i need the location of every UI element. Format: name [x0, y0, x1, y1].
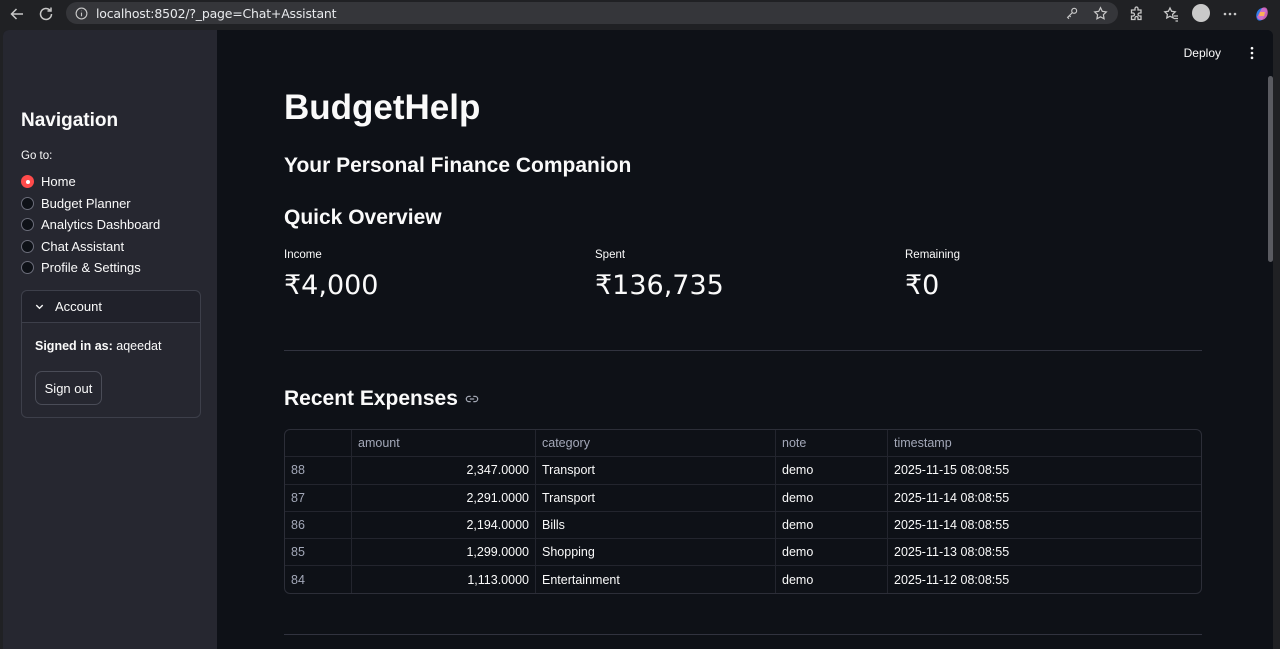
main-menu-icon[interactable]: [1247, 45, 1257, 61]
reload-icon[interactable]: [36, 4, 56, 24]
radio-chat-assistant[interactable]: Chat Assistant: [21, 236, 160, 258]
radio-label[interactable]: Budget Planner: [41, 196, 131, 211]
recent-expenses-heading: Recent Expenses: [284, 387, 479, 411]
page-title: BudgetHelp: [284, 88, 481, 127]
favorites-icon[interactable]: [1161, 4, 1181, 24]
table-cell-index[interactable]: 86: [285, 511, 352, 539]
metric-value: ₹136,735: [595, 270, 724, 301]
divider: [284, 350, 1202, 351]
table-cell-category[interactable]: Bills: [536, 511, 776, 539]
back-arrow-icon[interactable]: [7, 4, 27, 24]
radio-unselected-icon[interactable]: [21, 196, 34, 210]
table-cell-category[interactable]: Entertainment: [536, 566, 776, 593]
table-cell-amount[interactable]: 2,291.0000: [352, 484, 536, 511]
goto-label: Go to:: [21, 150, 53, 162]
browser-toolbar: localhost:8502/?_page=Chat+Assistant: [0, 0, 1280, 27]
table-cell-note[interactable]: demo: [776, 457, 888, 484]
radio-budget-planner[interactable]: Budget Planner: [21, 193, 160, 215]
table-cell-index[interactable]: 85: [285, 539, 352, 566]
table-cell-category[interactable]: Shopping: [536, 539, 776, 566]
signed-in-text: Signed in as: aqeedat: [35, 339, 161, 353]
account-expander-header[interactable]: Account: [22, 291, 200, 323]
bookmark-star-icon[interactable]: [1092, 5, 1108, 21]
metric-spent: Spent ₹136,735: [595, 249, 724, 301]
table-row[interactable]: 84 1,113.0000 Entertainment demo 2025-11…: [285, 566, 1201, 593]
extensions-icon[interactable]: [1127, 4, 1147, 24]
metric-value: ₹4,000: [284, 270, 379, 301]
metric-income: Income ₹4,000: [284, 249, 378, 301]
streamlit-app: Navigation Go to: Home Budget Planner An…: [3, 30, 1273, 649]
table-cell-amount[interactable]: 2,194.0000: [352, 511, 536, 539]
radio-home[interactable]: Home: [21, 171, 160, 193]
key-icon[interactable]: [1064, 5, 1080, 21]
radio-analytics-dashboard[interactable]: Analytics Dashboard: [21, 214, 160, 236]
sign-out-button[interactable]: Sign out: [35, 371, 102, 405]
page-radio-group: Home Budget Planner Analytics Dashboard …: [21, 171, 160, 279]
metric-value: ₹0: [905, 270, 940, 301]
table-cell-category[interactable]: Transport: [536, 457, 776, 484]
column-header-timestamp[interactable]: timestamp: [888, 430, 1201, 456]
profile-avatar[interactable]: [1192, 4, 1210, 22]
metric-label: Income: [284, 249, 322, 261]
column-header-index[interactable]: [285, 430, 352, 457]
url-text[interactable]: localhost:8502/?_page=Chat+Assistant: [96, 6, 337, 21]
account-expander: Account Signed in as: aqeedat Sign out: [21, 290, 201, 418]
table-row[interactable]: 87 2,291.0000 Transport demo 2025-11-14 …: [285, 484, 1201, 512]
radio-unselected-icon[interactable]: [21, 261, 34, 275]
radio-label[interactable]: Profile & Settings: [41, 260, 141, 275]
address-bar[interactable]: localhost:8502/?_page=Chat+Assistant: [66, 2, 1118, 24]
overview-heading: Quick Overview: [284, 206, 442, 229]
anchor-link-icon[interactable]: [465, 392, 479, 406]
radio-selected-icon[interactable]: [21, 175, 34, 189]
table-row[interactable]: 86 2,194.0000 Bills demo 2025-11-14 08:0…: [285, 511, 1201, 540]
table-cell-amount[interactable]: 1,299.0000: [352, 539, 536, 566]
table-cell-note[interactable]: demo: [776, 566, 888, 593]
column-header-note[interactable]: note: [776, 430, 888, 457]
table-cell-timestamp[interactable]: 2025-11-15 08:08:55: [888, 457, 1201, 483]
radio-unselected-icon[interactable]: [21, 218, 34, 232]
table-cell-index[interactable]: 84: [285, 566, 352, 593]
table-cell-timestamp[interactable]: 2025-11-13 08:08:55: [888, 539, 1201, 565]
table-cell-index[interactable]: 88: [285, 457, 352, 484]
divider: [284, 634, 1202, 635]
sidebar: Navigation Go to: Home Budget Planner An…: [3, 30, 217, 649]
metric-label: Spent: [595, 249, 626, 261]
table-cell-index[interactable]: 87: [285, 484, 352, 511]
table-cell-note[interactable]: demo: [776, 539, 888, 566]
table-header-row: amount category note timestamp: [285, 430, 1201, 458]
table-row[interactable]: 88 2,347.0000 Transport demo 2025-11-15 …: [285, 457, 1201, 485]
table-cell-amount[interactable]: 2,347.0000: [352, 457, 536, 484]
column-header-amount[interactable]: amount: [352, 430, 536, 457]
table-cell-note[interactable]: demo: [776, 484, 888, 511]
radio-label[interactable]: Home: [41, 174, 76, 189]
account-expander-title[interactable]: Account: [55, 299, 102, 314]
table-cell-timestamp[interactable]: 2025-11-12 08:08:55: [888, 566, 1201, 593]
metric-label: Remaining: [905, 249, 960, 261]
signed-in-username: aqeedat: [116, 339, 162, 353]
chevron-down-icon: [34, 301, 46, 313]
column-header-category[interactable]: category: [536, 430, 776, 457]
radio-label[interactable]: Chat Assistant: [41, 239, 124, 254]
table-cell-timestamp[interactable]: 2025-11-14 08:08:55: [888, 485, 1201, 511]
main-content: Deploy BudgetHelp Your Personal Finance …: [217, 30, 1273, 649]
sidebar-title: Navigation: [21, 110, 119, 131]
table-cell-amount[interactable]: 1,113.0000: [352, 566, 536, 593]
table-cell-category[interactable]: Transport: [536, 484, 776, 511]
signed-in-prefix: Signed in as:: [35, 339, 113, 353]
table-cell-note[interactable]: demo: [776, 511, 888, 539]
table-cell-timestamp[interactable]: 2025-11-14 08:08:55: [888, 512, 1201, 538]
expenses-table[interactable]: amount category note timestamp 88 2,347.…: [284, 429, 1202, 594]
page-subtitle: Your Personal Finance Companion: [284, 154, 632, 177]
scrollbar[interactable]: [1268, 76, 1273, 262]
table-row[interactable]: 85 1,299.0000 Shopping demo 2025-11-13 0…: [285, 539, 1201, 567]
copilot-icon[interactable]: [1252, 4, 1272, 24]
more-options-icon[interactable]: [1220, 4, 1240, 24]
deploy-button[interactable]: Deploy: [1184, 46, 1221, 60]
metric-remaining: Remaining ₹0: [905, 249, 960, 301]
radio-unselected-icon[interactable]: [21, 239, 34, 253]
site-info-icon[interactable]: [74, 6, 88, 20]
radio-profile-settings[interactable]: Profile & Settings: [21, 257, 160, 279]
recent-expenses-title: Recent Expenses: [284, 387, 458, 410]
radio-label[interactable]: Analytics Dashboard: [41, 217, 160, 232]
